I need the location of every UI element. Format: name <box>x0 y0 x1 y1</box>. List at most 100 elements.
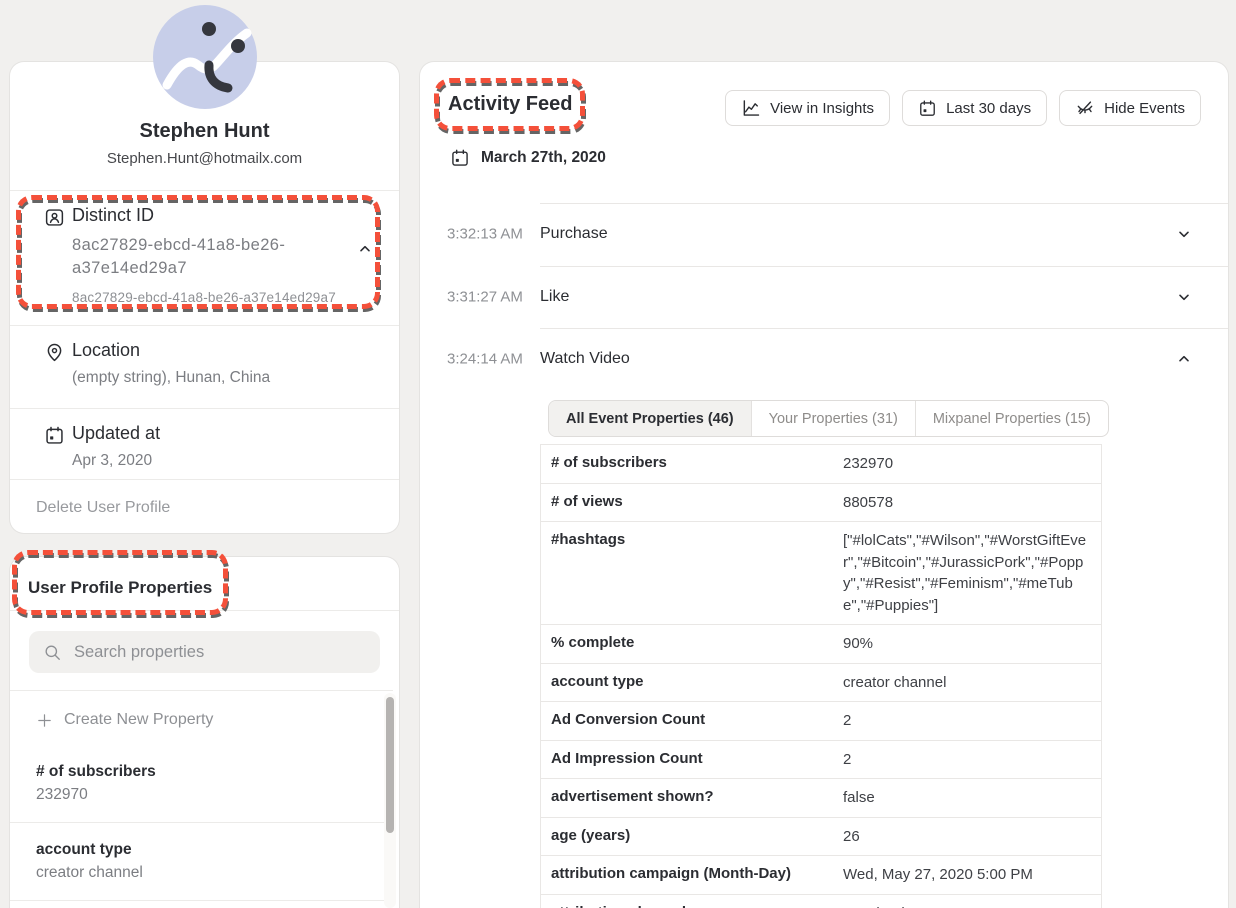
date-header-label: March 27th, 2020 <box>481 149 606 167</box>
event-property-label: attribution campaign (Month-Day) <box>541 856 843 894</box>
properties-search-section <box>10 610 399 673</box>
properties-list: Create New Property # of subscribers 232… <box>10 690 393 908</box>
event-property-label: age (years) <box>541 818 843 856</box>
activity-feed-card: Activity Feed View in Insights Last 30 d… <box>420 62 1228 908</box>
date-range-label: Last 30 days <box>946 100 1031 117</box>
event-property-label: % complete <box>541 625 843 663</box>
distinct-id-section: Distinct ID 8ac27829-ebcd-41a8-be26-a37e… <box>10 190 399 325</box>
event-property-row: Ad Impression Count 2 <box>541 741 1101 780</box>
event-property-label: Ad Conversion Count <box>541 702 843 740</box>
event-property-label: #hashtags <box>541 522 843 624</box>
calendar-icon <box>450 148 470 168</box>
profile-property-name: # of subscribers <box>36 763 393 781</box>
event-name: Watch Video <box>540 350 630 368</box>
avatar-smiley-icon <box>151 3 259 111</box>
event-property-label: advertisement shown? <box>541 779 843 817</box>
event-property-row: advertisement shown? false <box>541 779 1101 818</box>
event-row[interactable]: 3:31:27 AM Like <box>420 266 1228 329</box>
profile-property-value: creator channel <box>36 864 393 882</box>
event-property-label: attribution channel <box>541 895 843 908</box>
search-icon <box>43 643 62 662</box>
profile-property-row[interactable]: account type creator channel <box>10 823 393 901</box>
event-property-value: ["#lolCats","#Wilson","#WorstGiftEver","… <box>843 522 1101 624</box>
event-time: 3:24:14 AM <box>447 351 523 368</box>
chevron-down-icon <box>1176 226 1192 242</box>
profile-card: Stephen Hunt Stephen.Hunt@hotmailx.com D… <box>10 62 399 533</box>
event-property-label: Ad Impression Count <box>541 741 843 779</box>
event-property-value: 232970 <box>843 445 1101 483</box>
event-properties-tabs: All Event Properties (46) Your Propertie… <box>548 400 1109 437</box>
events-list: 3:32:13 AM Purchase 3:31:27 AM Like 3:24 <box>420 203 1228 391</box>
location-value: (empty string), Hunan, China <box>72 369 399 387</box>
updated-at-value: Apr 3, 2020 <box>72 452 399 470</box>
location-label: Location <box>72 340 399 361</box>
updated-at-section: Updated at Apr 3, 2020 <box>10 408 399 479</box>
search-box[interactable] <box>29 631 380 673</box>
avatar <box>151 3 259 111</box>
search-properties-input[interactable] <box>72 642 366 663</box>
event-properties-tab[interactable]: All Event Properties (46) <box>549 401 752 436</box>
delete-user-profile-row: Delete User Profile <box>10 479 399 517</box>
view-in-insights-label: View in Insights <box>770 100 874 117</box>
event-property-row: account type creator channel <box>541 664 1101 703</box>
event-name: Like <box>540 288 569 306</box>
location-section: Location (empty string), Hunan, China <box>10 325 399 408</box>
event-properties-tab[interactable]: Your Properties (31) <box>752 401 916 436</box>
event-time: 3:32:13 AM <box>447 226 523 243</box>
event-row[interactable]: 3:24:14 AM Watch Video <box>420 328 1228 391</box>
distinct-id-subvalue: 8ac27829-ebcd-41a8-be26-a37e14ed29a7 <box>72 290 399 305</box>
event-property-row: age (years) 26 <box>541 818 1101 857</box>
activity-feed-title: Activity Feed <box>448 93 572 116</box>
event-property-value: 880578 <box>843 484 1101 522</box>
hide-events-label: Hide Events <box>1104 100 1185 117</box>
scrollbar-thumb[interactable] <box>386 697 394 833</box>
event-name: Purchase <box>540 225 608 243</box>
event-property-row: #hashtags ["#lolCats","#Wilson","#WorstG… <box>541 522 1101 625</box>
chevron-down-icon <box>1176 351 1192 367</box>
hide-events-button[interactable]: Hide Events <box>1059 90 1201 126</box>
event-properties-tab[interactable]: Mixpanel Properties (15) <box>916 401 1108 436</box>
event-property-value: 2 <box>843 741 1101 779</box>
profile-property-row[interactable]: # of subscribers 232970 <box>10 745 393 823</box>
event-property-row: Ad Conversion Count 2 <box>541 702 1101 741</box>
user-profile-properties-card: User Profile Properties Create New Prope… <box>10 557 399 908</box>
map-pin-icon <box>44 342 65 363</box>
event-property-row: attribution channel Facebook <box>541 895 1101 908</box>
profile-property-name: account type <box>36 841 393 859</box>
distinct-id-value: 8ac27829-ebcd-41a8-be26-a37e14ed29a7 <box>72 234 304 280</box>
create-new-property-button[interactable]: Create New Property <box>10 691 393 745</box>
event-time: 3:31:27 AM <box>447 288 523 305</box>
line-chart-icon <box>741 98 761 118</box>
id-badge-icon <box>44 207 65 228</box>
event-property-value: Wed, May 27, 2020 5:00 PM <box>843 856 1101 894</box>
event-property-value: 90% <box>843 625 1101 663</box>
event-property-row: # of subscribers 232970 <box>541 445 1101 484</box>
event-row[interactable]: 3:32:13 AM Purchase <box>420 203 1228 266</box>
eye-off-icon <box>1075 98 1095 118</box>
user-profile-properties-title: User Profile Properties <box>10 557 399 598</box>
event-properties-table: # of subscribers 232970 # of views 88057… <box>540 444 1102 908</box>
event-property-label: account type <box>541 664 843 702</box>
profile-email: Stephen.Hunt@hotmailx.com <box>10 150 399 167</box>
create-new-property-label: Create New Property <box>64 711 213 729</box>
view-in-insights-button[interactable]: View in Insights <box>725 90 890 126</box>
mixpanel-user-profile-page: Stephen Hunt Stephen.Hunt@hotmailx.com D… <box>0 0 1236 908</box>
event-property-row: % complete 90% <box>541 625 1101 664</box>
date-header: March 27th, 2020 <box>450 148 606 168</box>
activity-feed-toolbar: View in Insights Last 30 days <box>725 90 1201 126</box>
property-items: # of subscribers 232970 account type cre… <box>10 745 393 901</box>
chevron-up-icon[interactable] <box>357 241 373 257</box>
event-property-value: 26 <box>843 818 1101 856</box>
date-range-button[interactable]: Last 30 days <box>902 90 1047 126</box>
event-property-label: # of views <box>541 484 843 522</box>
calendar-icon <box>918 99 937 118</box>
chevron-down-icon <box>1176 289 1192 305</box>
plus-icon <box>36 712 53 729</box>
distinct-id-label: Distinct ID <box>72 205 399 226</box>
event-property-value: Facebook <box>843 895 1101 908</box>
updated-at-label: Updated at <box>72 423 399 444</box>
event-property-row: # of views 880578 <box>541 484 1101 523</box>
calendar-icon <box>44 425 65 446</box>
delete-user-profile-link[interactable]: Delete User Profile <box>36 499 170 517</box>
event-property-value: creator channel <box>843 664 1101 702</box>
